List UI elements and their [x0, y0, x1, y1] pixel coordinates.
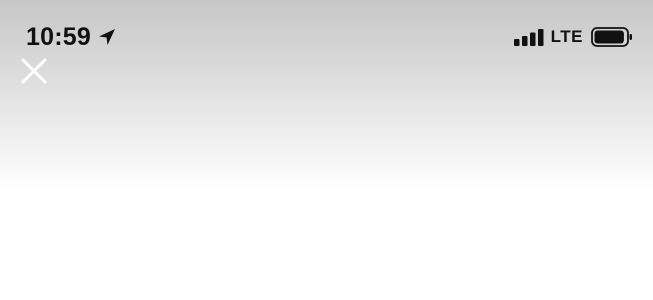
location-arrow-icon	[97, 27, 117, 47]
status-indicators: LTE	[513, 26, 633, 48]
close-button[interactable]	[18, 55, 50, 87]
status-time: 10:59	[26, 23, 91, 51]
status-time-group: 10:59	[26, 22, 117, 52]
network-type-label: LTE	[550, 27, 583, 46]
cellular-signal-icon	[513, 27, 544, 47]
close-icon	[18, 58, 50, 91]
battery-icon	[591, 26, 633, 48]
status-bar: 10:59 LTE	[0, 0, 653, 60]
